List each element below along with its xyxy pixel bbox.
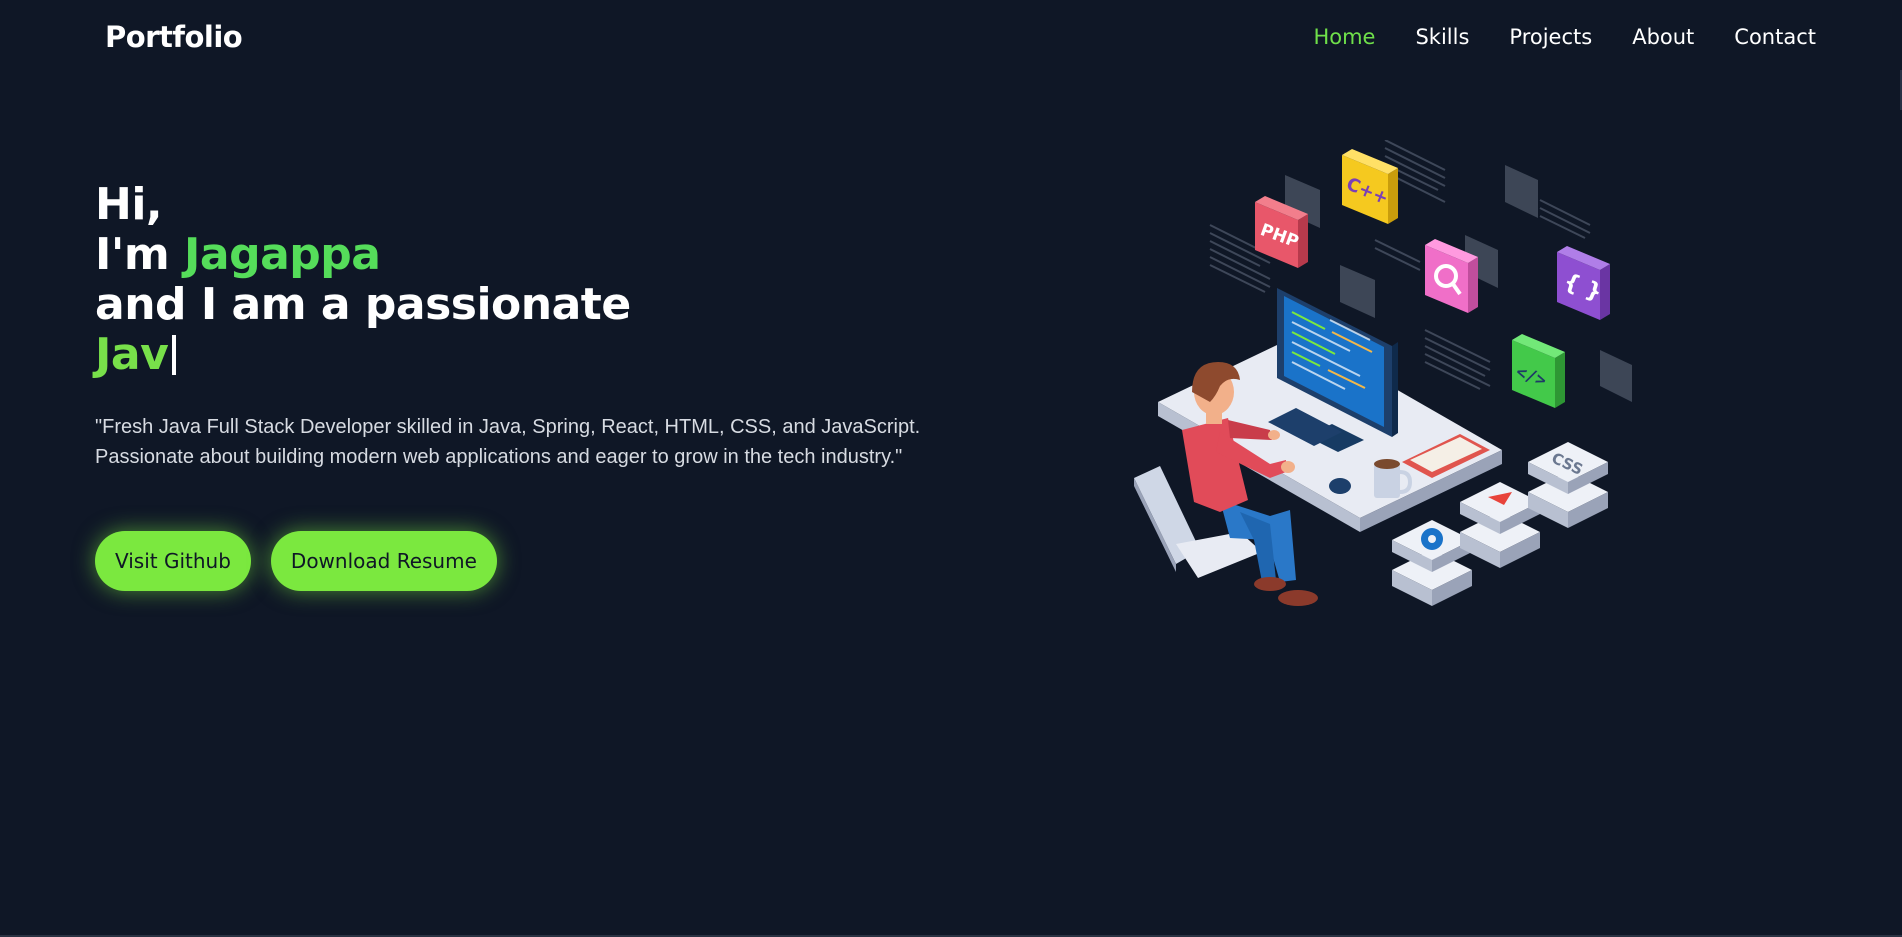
nav-home[interactable]: Home — [1313, 25, 1375, 49]
braces-badge-icon: { } — [1557, 246, 1610, 320]
hero-description: "Fresh Java Full Stack Developer skilled… — [95, 416, 921, 468]
developer-illustration: PHP C++ { } </> CSS — [1134, 140, 1632, 606]
gear-icon — [1421, 528, 1443, 550]
nav-links: Home Skills Projects About Contact — [1313, 25, 1816, 49]
visit-github-button[interactable]: Visit Github — [95, 531, 251, 591]
portfolio-page: Portfolio Home Skills Projects About Con… — [0, 0, 1902, 937]
nav-contact[interactable]: Contact — [1734, 25, 1816, 49]
hero-name: Jagappa — [184, 229, 381, 280]
intro-prefix: I'm — [95, 229, 185, 280]
intro-line: I'm Jagappa — [95, 230, 631, 280]
typing-cursor — [172, 335, 177, 375]
download-resume-button[interactable]: Download Resume — [270, 531, 497, 591]
typed-line: Jav — [95, 330, 631, 380]
greeting: Hi, — [95, 179, 163, 230]
nav-about[interactable]: About — [1632, 25, 1694, 49]
brand-logo[interactable]: Portfolio — [105, 20, 243, 54]
hero-buttons: Visit Github Download Resume — [95, 531, 497, 591]
typed-text: Jav — [95, 329, 169, 380]
hero-heading: Hi, I'm Jagappa and I am a passionate Ja… — [95, 180, 631, 380]
nav-projects[interactable]: Projects — [1509, 25, 1592, 49]
mouse — [1329, 478, 1351, 494]
css-blocks: CSS — [1528, 442, 1608, 528]
navbar: Portfolio Home Skills Projects About Con… — [0, 0, 1902, 78]
nav-skills[interactable]: Skills — [1415, 25, 1469, 49]
cpp-badge-icon: C++ — [1342, 149, 1398, 224]
tagline: and I am a passionate — [95, 279, 631, 330]
code-tag-badge-icon: </> — [1512, 334, 1565, 408]
